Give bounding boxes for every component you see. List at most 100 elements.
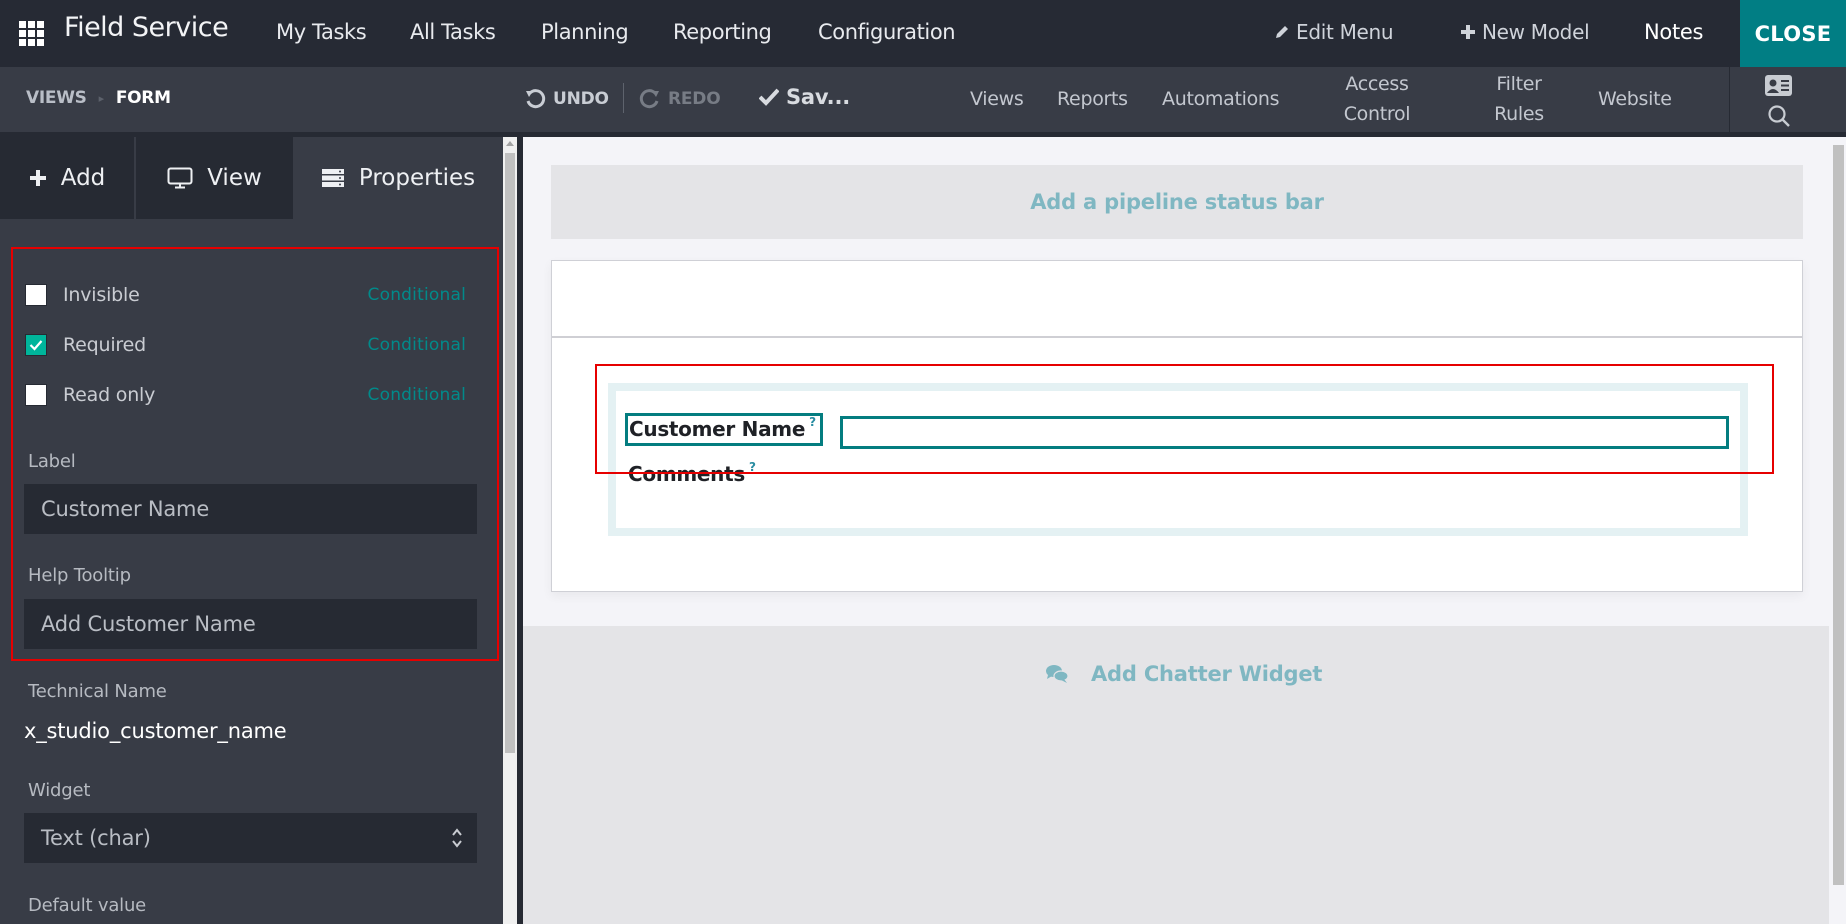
undo-icon <box>526 89 546 109</box>
label-input[interactable]: Customer Name <box>24 484 477 534</box>
access-control-line2: Control <box>1343 103 1411 125</box>
scroll-up-arrow-icon[interactable] <box>506 141 514 146</box>
studio-toolbar: VIEWS ▸ FORM UNDO REDO Sav... Views Repo… <box>0 67 1846 132</box>
redo-label: REDO <box>668 89 721 109</box>
customer-name-field-label[interactable]: Customer Name ? <box>625 413 824 446</box>
add-chatter-widget-label: Add Chatter Widget <box>1091 662 1323 686</box>
readonly-row: Read only Conditional <box>25 384 466 406</box>
tab-add[interactable]: Add <box>0 137 136 219</box>
widget-select-value: Text (char) <box>41 826 151 850</box>
menu-reporting[interactable]: Reporting <box>673 20 772 44</box>
breadcrumb-form: FORM <box>115 88 171 108</box>
add-chatter-widget-button[interactable]: Add Chatter Widget <box>1045 662 1322 686</box>
widget-label: Widget <box>28 780 91 801</box>
server-icon <box>321 169 344 187</box>
save-label: Sav... <box>786 85 851 109</box>
required-row: Required Conditional <box>25 334 466 356</box>
top-navbar: Field Service My Tasks All Tasks Plannin… <box>0 0 1846 67</box>
edit-menu-button[interactable]: Edit Menu <box>1274 20 1394 44</box>
plus-icon <box>29 170 46 186</box>
help-tooltip-icon[interactable]: ? <box>749 461 756 473</box>
sidebar-scrollbar-thumb[interactable] <box>505 153 515 753</box>
undo-label: UNDO <box>553 89 609 109</box>
menu-all-tasks[interactable]: All Tasks <box>410 20 496 44</box>
label-field-label: Label <box>28 451 76 472</box>
new-model-button[interactable]: New Model <box>1460 20 1590 44</box>
toolbar-icons-divider <box>1729 67 1730 132</box>
invisible-checkbox[interactable] <box>25 284 47 306</box>
form-sheet: Customer Name ? Comments ? <box>551 260 1803 592</box>
readonly-conditional-link[interactable]: Conditional <box>368 385 466 405</box>
comments-label: Comments <box>628 462 745 486</box>
close-button[interactable]: CLOSE <box>1740 0 1846 67</box>
field-group: Customer Name ? Comments ? <box>608 383 1748 536</box>
customer-name-input[interactable] <box>840 416 1729 449</box>
menu-my-tasks[interactable]: My Tasks <box>276 20 367 44</box>
toolbar-filter-rules[interactable]: Filter Rules <box>1487 69 1551 129</box>
notes-button[interactable]: Notes <box>1644 20 1703 44</box>
redo-icon <box>639 89 659 109</box>
toolbar-views[interactable]: Views <box>970 84 1024 114</box>
widget-select[interactable]: Text (char) <box>24 813 477 863</box>
filter-rules-line2: Rules <box>1494 103 1544 125</box>
undo-button[interactable]: UNDO <box>524 88 609 110</box>
form-view-canvas: Add a pipeline status bar Customer Name … <box>523 137 1829 924</box>
toolbar-website[interactable]: Website <box>1598 84 1672 114</box>
readonly-checkbox[interactable] <box>25 384 47 406</box>
sidebar-scrollbar[interactable] <box>503 137 517 924</box>
toolbar-automations[interactable]: Automations <box>1162 84 1280 114</box>
toolbar-reports[interactable]: Reports <box>1057 84 1128 114</box>
breadcrumb-views[interactable]: VIEWS <box>26 88 87 108</box>
select-arrows-icon <box>452 828 462 848</box>
required-label: Required <box>63 334 146 356</box>
search-icon[interactable] <box>1767 104 1791 128</box>
apps-grid-icon[interactable] <box>19 21 45 46</box>
tab-view-label: View <box>207 165 262 191</box>
required-conditional-link[interactable]: Conditional <box>368 335 466 355</box>
chatter-area: Add Chatter Widget <box>523 626 1829 924</box>
add-pipeline-status-bar[interactable]: Add a pipeline status bar <box>551 165 1803 239</box>
sidebar-tabs: Add View Properties <box>0 137 503 219</box>
main-scrollbar-thumb[interactable] <box>1833 145 1844 885</box>
help-tooltip-label: Help Tooltip <box>28 565 131 586</box>
help-tooltip-icon[interactable]: ? <box>809 416 816 428</box>
toolbar-divider <box>623 83 624 113</box>
invisible-row: Invisible Conditional <box>25 284 466 306</box>
breadcrumb: VIEWS ▸ FORM <box>26 88 171 108</box>
redo-button[interactable]: REDO <box>639 88 721 110</box>
pencil-icon <box>1276 26 1288 38</box>
tab-view[interactable]: View <box>136 137 293 219</box>
checkmark-icon <box>29 340 43 351</box>
monitor-icon <box>167 167 193 189</box>
access-control-line1: Access <box>1345 73 1409 95</box>
app-title[interactable]: Field Service <box>64 12 229 43</box>
filter-rules-line1: Filter <box>1496 73 1542 95</box>
menu-planning[interactable]: Planning <box>541 20 629 44</box>
plus-icon <box>1461 25 1475 39</box>
comments-icon <box>1046 665 1069 683</box>
customer-name-label: Customer Name <box>629 417 806 441</box>
tab-add-label: Add <box>60 165 106 191</box>
default-value-label: Default value <box>28 895 147 916</box>
check-icon <box>759 88 779 106</box>
save-button[interactable]: Sav... <box>759 85 850 109</box>
breadcrumb-separator-icon: ▸ <box>98 91 105 105</box>
readonly-label: Read only <box>63 384 156 406</box>
id-card-icon[interactable] <box>1765 75 1792 96</box>
tab-properties[interactable]: Properties <box>293 137 503 219</box>
technical-name-label: Technical Name <box>28 681 167 702</box>
properties-sidebar: Add View Properties Invisible Conditiona… <box>0 137 503 924</box>
toolbar-access-control[interactable]: Access Control <box>1340 69 1414 129</box>
help-tooltip-input[interactable]: Add Customer Name <box>24 599 477 649</box>
sheet-title-area[interactable] <box>552 261 1802 338</box>
edit-menu-label: Edit Menu <box>1296 20 1394 44</box>
invisible-conditional-link[interactable]: Conditional <box>368 285 466 305</box>
comments-field[interactable]: Comments ? <box>628 461 756 487</box>
invisible-label: Invisible <box>63 284 140 306</box>
new-model-label: New Model <box>1482 20 1590 44</box>
technical-name-value: x_studio_customer_name <box>24 719 287 743</box>
menu-configuration[interactable]: Configuration <box>818 20 956 44</box>
main-scrollbar[interactable] <box>1829 137 1846 924</box>
tab-properties-label: Properties <box>358 165 476 191</box>
required-checkbox[interactable] <box>25 334 47 356</box>
